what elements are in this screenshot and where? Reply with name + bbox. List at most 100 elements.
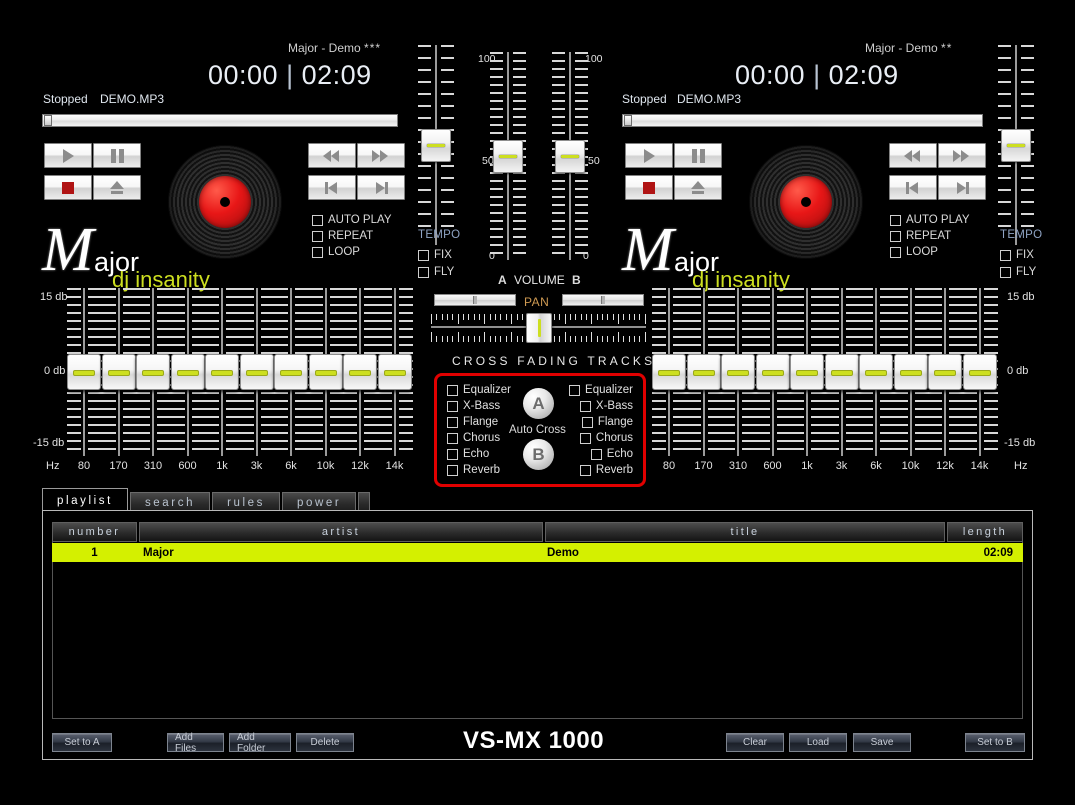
deck-a-rewind-button[interactable] <box>308 143 356 168</box>
deck-b-position-slider[interactable] <box>622 114 983 127</box>
auto-cross-deck-a-ball[interactable]: A <box>523 388 554 419</box>
set-to-b-button[interactable]: Set to B <box>965 733 1025 752</box>
deck-a-tempo-knob[interactable] <box>421 129 451 162</box>
deck-a-tempo-slider[interactable] <box>418 45 454 245</box>
eq-b-band-80[interactable] <box>652 288 687 456</box>
deck-a-repeat-checkbox[interactable]: REPEAT <box>312 230 373 242</box>
deck-b-next-button[interactable] <box>938 175 986 200</box>
eq-a-band-10k[interactable] <box>308 288 344 456</box>
eq-a-band-310[interactable] <box>136 288 171 456</box>
deck-a-loop-checkbox[interactable]: LOOP <box>312 246 360 258</box>
fx-a-chorus-checkbox[interactable]: Chorus <box>447 432 500 444</box>
eq-a-band-1k[interactable] <box>205 288 240 456</box>
eq-b-band-310[interactable] <box>721 288 756 456</box>
pan-a-slider[interactable] <box>434 294 516 306</box>
eq-a-knob-3k[interactable] <box>239 354 274 390</box>
eq-b-knob-10k[interactable] <box>893 354 928 390</box>
deck-a-fast-forward-button[interactable] <box>357 143 405 168</box>
eq-a-band-600[interactable] <box>170 288 206 456</box>
eq-a-band-14k[interactable] <box>377 288 413 456</box>
fx-a-flange-checkbox[interactable]: Flange <box>447 416 498 428</box>
eq-b-knob-14k[interactable] <box>962 354 997 390</box>
playlist-column-artist[interactable]: artist <box>139 522 543 542</box>
deck-b-autoplay-checkbox[interactable]: AUTO PLAY <box>890 214 970 226</box>
eq-a-knob-600[interactable] <box>170 354 205 390</box>
deck-b-loop-checkbox[interactable]: LOOP <box>890 246 938 258</box>
deck-b-play-button[interactable] <box>625 143 673 168</box>
volume-b-knob[interactable] <box>555 140 585 173</box>
eq-a-knob-80[interactable] <box>67 354 101 390</box>
eq-a-band-12k[interactable] <box>343 288 378 456</box>
fx-b-xbass-checkbox[interactable]: X-Bass <box>579 400 633 412</box>
deck-b-rewind-button[interactable] <box>889 143 937 168</box>
eq-a-band-3k[interactable] <box>239 288 275 456</box>
eq-b-knob-6k[interactable] <box>859 354 893 390</box>
load-button[interactable]: Load <box>789 733 847 752</box>
add-files-button[interactable]: Add Files <box>167 732 224 754</box>
fx-b-echo-checkbox[interactable]: Echo <box>590 448 633 460</box>
add-folder-button[interactable]: Add Folder <box>229 732 291 754</box>
volume-a-knob[interactable] <box>493 140 523 173</box>
deck-b-tempo-knob[interactable] <box>1001 129 1031 162</box>
eq-a-knob-6k[interactable] <box>274 354 308 390</box>
eq-b-band-12k[interactable] <box>928 288 963 456</box>
deck-b-position-handle[interactable] <box>624 115 632 126</box>
delete-button[interactable]: Delete <box>296 733 354 752</box>
eq-a-knob-12k[interactable] <box>343 354 377 390</box>
playlist-column-length[interactable]: length <box>947 522 1023 542</box>
eq-a-band-80[interactable] <box>67 288 102 456</box>
eq-b-knob-1k[interactable] <box>790 354 824 390</box>
eq-b-knob-80[interactable] <box>652 354 686 390</box>
fx-a-echo-checkbox[interactable]: Echo <box>447 448 489 460</box>
pan-a-handle[interactable] <box>473 296 477 304</box>
table-row[interactable]: 1 Major Demo 02:09 <box>52 543 1023 562</box>
eq-b-knob-600[interactable] <box>755 354 790 390</box>
deck-b-stop-button[interactable] <box>625 175 673 200</box>
deck-b-tempo-fix-checkbox[interactable]: FIX <box>1000 249 1034 261</box>
crossfader-knob[interactable] <box>526 313 552 343</box>
pan-b-handle[interactable] <box>601 296 605 304</box>
eq-b-knob-3k[interactable] <box>824 354 859 390</box>
eq-b-band-6k[interactable] <box>859 288 894 456</box>
volume-a-slider[interactable] <box>490 52 526 260</box>
save-button[interactable]: Save <box>853 733 911 752</box>
deck-b-repeat-checkbox[interactable]: REPEAT <box>890 230 951 242</box>
eq-a-band-6k[interactable] <box>274 288 309 456</box>
eq-b-band-600[interactable] <box>755 288 791 456</box>
playlist-column-number[interactable]: number <box>52 522 137 542</box>
deck-a-next-button[interactable] <box>357 175 405 200</box>
deck-a-previous-button[interactable] <box>308 175 356 200</box>
set-to-a-button[interactable]: Set to A <box>52 733 112 752</box>
eq-a-knob-10k[interactable] <box>308 354 343 390</box>
eq-a-band-170[interactable] <box>101 288 137 456</box>
deck-a-tempo-fix-checkbox[interactable]: FIX <box>418 249 452 261</box>
eq-a-knob-1k[interactable] <box>205 354 239 390</box>
deck-b-tempo-fly-checkbox[interactable]: FLY <box>1000 266 1036 278</box>
eq-b-knob-170[interactable] <box>686 354 721 390</box>
deck-b-eject-button[interactable] <box>674 175 722 200</box>
deck-a-position-handle[interactable] <box>44 115 52 126</box>
deck-b-tempo-slider[interactable] <box>998 45 1034 245</box>
eq-b-band-10k[interactable] <box>893 288 929 456</box>
eq-b-band-14k[interactable] <box>962 288 998 456</box>
playlist-column-title[interactable]: title <box>545 522 945 542</box>
deck-a-pause-button[interactable] <box>93 143 141 168</box>
deck-a-position-slider[interactable] <box>42 114 398 127</box>
eq-b-band-1k[interactable] <box>790 288 825 456</box>
deck-a-stop-button[interactable] <box>44 175 92 200</box>
clear-button[interactable]: Clear <box>726 733 784 752</box>
deck-b-previous-button[interactable] <box>889 175 937 200</box>
pan-b-slider[interactable] <box>562 294 644 306</box>
eq-b-knob-12k[interactable] <box>928 354 962 390</box>
fx-b-reverb-checkbox[interactable]: Reverb <box>579 464 633 476</box>
fx-b-flange-checkbox[interactable]: Flange <box>581 416 633 428</box>
deck-a-tempo-fly-checkbox[interactable]: FLY <box>418 266 454 278</box>
eq-a-knob-14k[interactable] <box>377 354 412 390</box>
deck-a-eject-button[interactable] <box>93 175 141 200</box>
eq-a-knob-170[interactable] <box>101 354 136 390</box>
eq-b-band-3k[interactable] <box>824 288 860 456</box>
fx-b-chorus-checkbox[interactable]: Chorus <box>579 432 633 444</box>
crossfader[interactable] <box>431 313 646 343</box>
deck-b-fast-forward-button[interactable] <box>938 143 986 168</box>
eq-b-band-170[interactable] <box>686 288 722 456</box>
